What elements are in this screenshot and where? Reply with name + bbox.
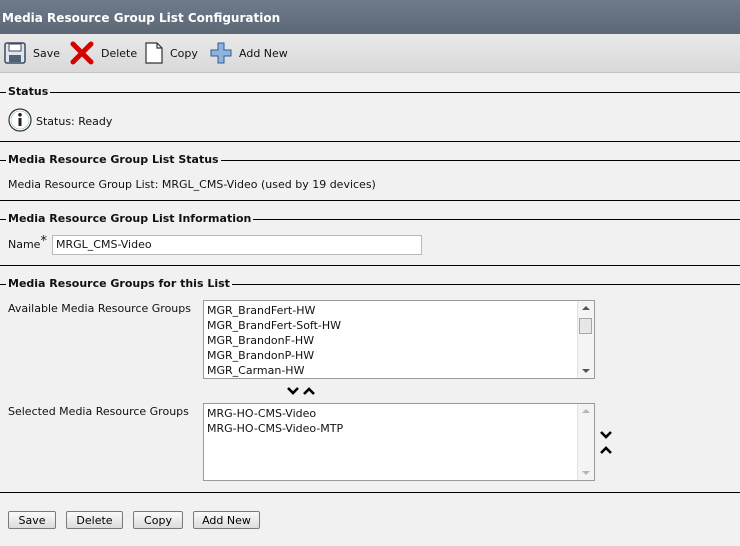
save-button[interactable]: Save — [8, 511, 56, 529]
move-up-chevron-icon[interactable] — [303, 386, 315, 396]
divider — [0, 492, 740, 493]
groups-section-header: Media Resource Groups for this List — [0, 277, 740, 291]
selected-groups-label: Selected Media Resource Groups — [8, 405, 189, 418]
save-icon — [4, 42, 26, 64]
toolbar-delete-button[interactable]: Delete — [70, 41, 138, 65]
toolbar-copy-button[interactable]: Copy — [145, 42, 198, 64]
toolbar-add-new-button[interactable]: Add New — [210, 42, 288, 64]
reorder-down-chevron-icon[interactable] — [600, 430, 612, 440]
toolbar-delete-label: Delete — [101, 46, 138, 60]
available-groups-scrollbar[interactable] — [577, 301, 594, 378]
list-item[interactable]: MGR_BrandFert-Soft-HW — [204, 318, 594, 333]
selected-groups-listbox[interactable]: MRG-HO-CMS-Video MRG-HO-CMS-Video-MTP — [203, 403, 595, 481]
available-groups-listbox[interactable]: MGR_BrandFert-HW MGR_BrandFert-Soft-HW M… — [203, 300, 595, 379]
info-section-header: Media Resource Group List Information — [0, 212, 740, 226]
page-title: Media Resource Group List Configuration — [2, 11, 281, 25]
list-item[interactable]: MRG-HO-CMS-Video-MTP — [204, 421, 594, 436]
scrollbar-thumb[interactable] — [579, 318, 592, 334]
name-label: Name — [8, 238, 41, 251]
list-status-section-title: Media Resource Group List Status — [6, 153, 221, 167]
toolbar-save-button[interactable]: Save — [4, 42, 60, 64]
divider — [0, 265, 740, 266]
name-field-label: Name* — [8, 234, 47, 252]
status-section-header: Status — [0, 85, 740, 99]
info-section-title: Media Resource Group List Information — [6, 212, 254, 226]
copy-document-icon — [145, 42, 163, 64]
divider — [0, 200, 740, 201]
copy-button[interactable]: Copy — [133, 511, 183, 529]
scroll-up-arrow-icon[interactable] — [582, 306, 590, 310]
list-status-text: Media Resource Group List: MRGL_CMS-Vide… — [8, 178, 376, 191]
add-new-button[interactable]: Add New — [193, 511, 260, 529]
required-marker: * — [40, 234, 47, 249]
list-item[interactable]: MGR_Carman-HW — [204, 363, 594, 378]
scroll-down-arrow-icon[interactable] — [582, 369, 590, 373]
list-status-section-header: Media Resource Group List Status — [0, 153, 740, 167]
status-section-title: Status — [6, 85, 51, 99]
status-text: Status: Ready — [36, 115, 113, 128]
divider — [0, 141, 740, 142]
name-input[interactable]: MRGL_CMS-Video — [52, 235, 422, 255]
move-down-chevron-icon[interactable] — [287, 386, 299, 396]
delete-button[interactable]: Delete — [66, 511, 123, 529]
reorder-up-chevron-icon[interactable] — [600, 445, 612, 455]
delete-x-icon — [70, 41, 94, 65]
toolbar-save-label: Save — [33, 46, 61, 60]
list-item[interactable]: MGR_BrandFert-HW — [204, 303, 594, 318]
add-plus-icon — [210, 42, 232, 64]
toolbar: Save Delete Copy Add New — [0, 34, 740, 73]
toolbar-add-new-label: Add New — [239, 46, 288, 60]
list-item[interactable]: MGR_BrandonP-HW — [204, 348, 594, 363]
groups-section-title: Media Resource Groups for this List — [6, 277, 232, 291]
available-groups-label: Available Media Resource Groups — [8, 302, 191, 315]
selected-groups-scrollbar[interactable] — [577, 404, 594, 480]
list-item[interactable]: MRG-HO-CMS-Video — [204, 406, 594, 421]
scroll-up-arrow-icon[interactable] — [582, 409, 590, 413]
info-icon — [8, 108, 32, 132]
list-item[interactable]: MGR_BrandonF-HW — [204, 333, 594, 348]
toolbar-copy-label: Copy — [170, 46, 198, 60]
page-title-bar: Media Resource Group List Configuration — [0, 0, 740, 34]
scroll-down-arrow-icon[interactable] — [582, 471, 590, 475]
